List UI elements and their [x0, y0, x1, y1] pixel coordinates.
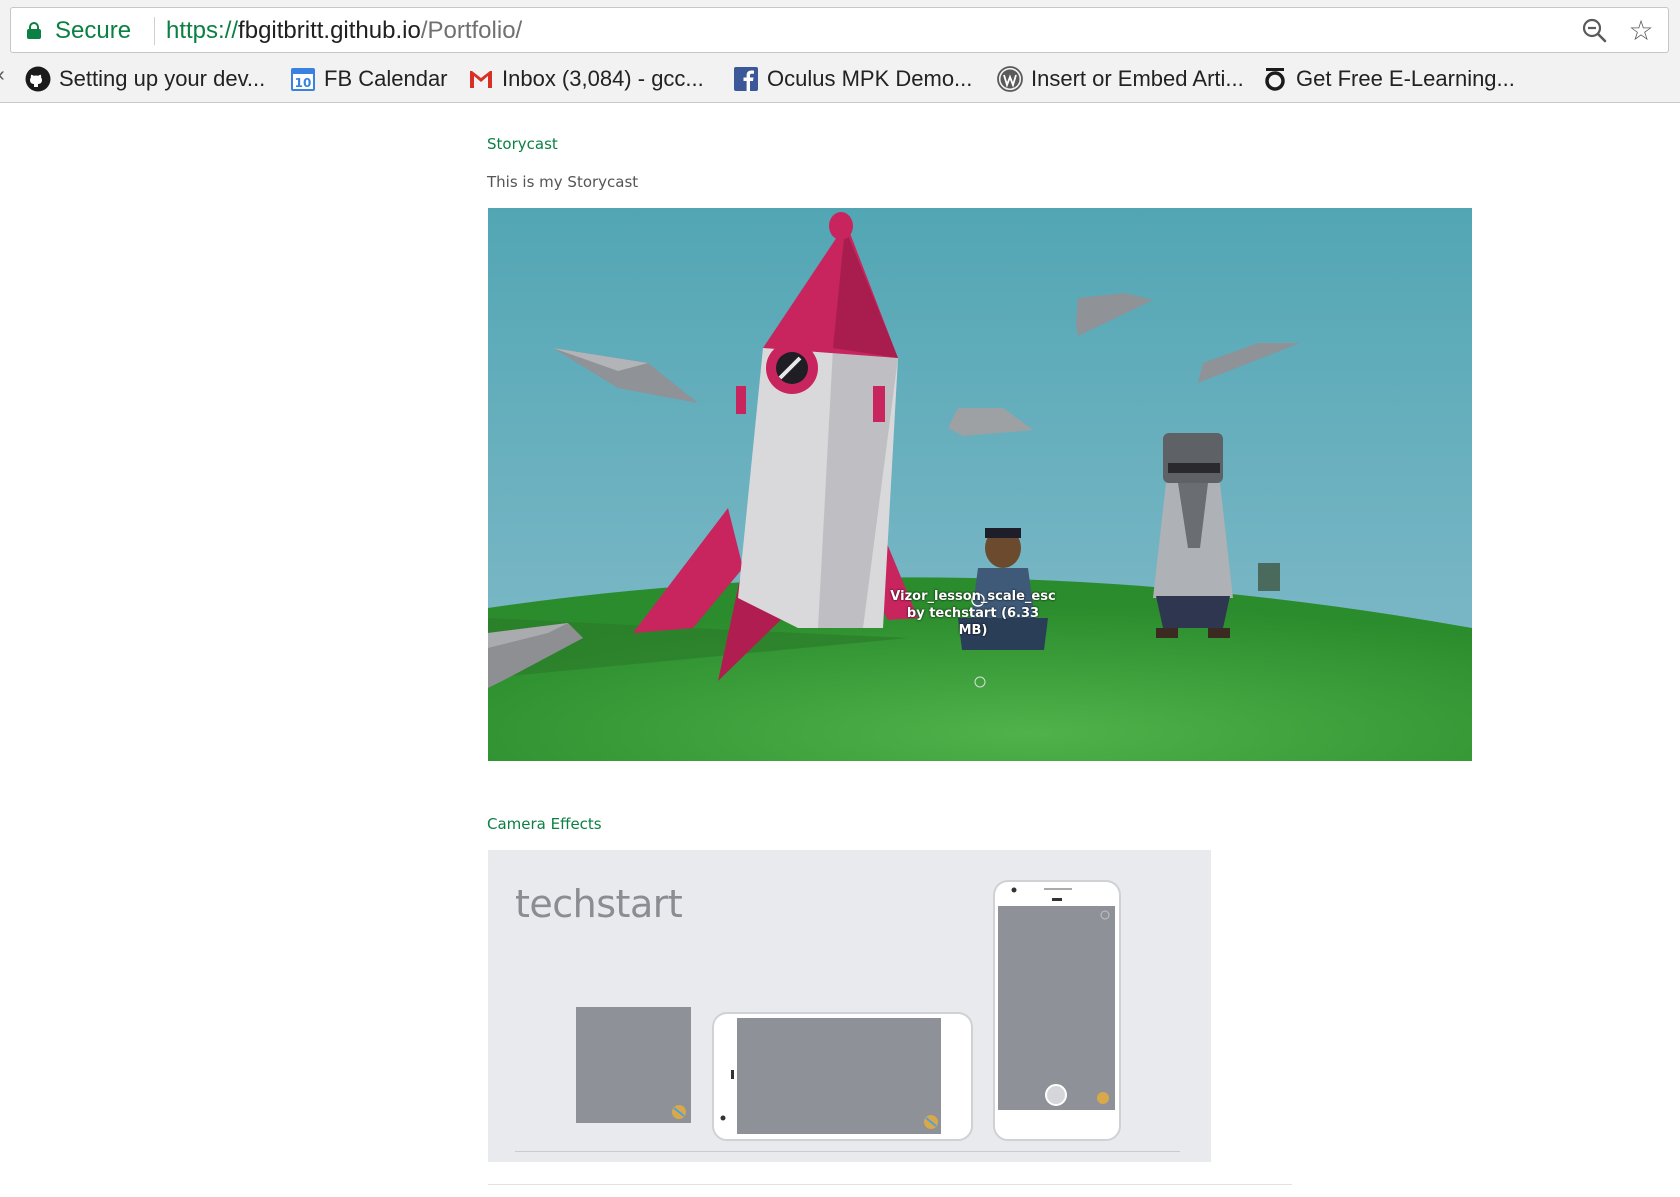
section-divider: [488, 1184, 1292, 1185]
camera-effects-link[interactable]: Camera Effects: [487, 815, 602, 833]
portfolio-page: Storycast This is my Storycast Vizor_les…: [0, 104, 1680, 1197]
url-path: /Portfolio/: [420, 17, 523, 44]
bookmark-label: Oculus MPK Demo...: [767, 66, 973, 91]
bookmark-fb-calendar[interactable]: 10 FB Calendar: [290, 64, 448, 94]
lock-icon: [27, 22, 41, 39]
storycast-embed[interactable]: Vizor_lesson_scale_esc by techstart (6.3…: [488, 208, 1472, 761]
bookmarks-overflow-icon[interactable]: ‹: [0, 64, 5, 87]
camera-effects-embed[interactable]: techstart: [488, 850, 1211, 1162]
calendar-badge: 10: [295, 76, 312, 90]
bookmark-setting-up[interactable]: Setting up your dev...: [25, 64, 265, 94]
storycast-description: This is my Storycast: [487, 173, 639, 191]
embed-caption-line3: MB): [958, 623, 988, 638]
bookmark-insert-embed[interactable]: Insert or Embed Arti...: [997, 64, 1244, 94]
calendar-icon: 10: [291, 68, 315, 91]
storycast-link[interactable]: Storycast: [487, 135, 558, 153]
bookmark-label: Setting up your dev...: [59, 66, 266, 91]
storycast-scene-illustration: [488, 208, 1472, 761]
star-icon[interactable]: ☆: [1626, 16, 1656, 46]
bookmark-elearning[interactable]: Get Free E-Learning...: [1262, 64, 1515, 94]
bookmarks-bar: ‹ Setting up your dev... 10 FB Calendar …: [0, 58, 1680, 98]
bookmark-label: FB Calendar: [324, 66, 448, 91]
bookmark-oculus[interactable]: Oculus MPK Demo...: [733, 64, 972, 94]
embed-caption-line1: Vizor_lesson_scale_esc: [890, 589, 1056, 604]
device-previews-illustration: [576, 880, 1121, 1141]
bookmark-label: Get Free E-Learning...: [1296, 66, 1515, 91]
browser-chrome: Secure https://fbgitbritt.github.io/Port…: [0, 0, 1680, 103]
bookmark-label: Inbox (3,084) - gcc...: [502, 66, 704, 91]
url-separator: [154, 17, 155, 45]
github-icon: [25, 66, 51, 92]
facebook-icon: [734, 67, 758, 91]
effects-divider: [515, 1151, 1180, 1152]
bookmark-inbox[interactable]: Inbox (3,084) - gcc...: [468, 64, 704, 94]
embed-caption: Vizor_lesson_scale_esc by techstart (6.3…: [888, 588, 1058, 639]
url-scheme: https://: [166, 17, 239, 44]
address-bar[interactable]: Secure https://fbgitbritt.github.io/Port…: [10, 7, 1669, 53]
elearning-icon: [1265, 68, 1285, 91]
embed-caption-line2: by techstart (6.33: [906, 606, 1040, 621]
secure-label: Secure: [55, 17, 132, 44]
url-text[interactable]: https://fbgitbritt.github.io/Portfolio/: [166, 17, 522, 45]
gmail-icon: [470, 71, 492, 88]
zoom-out-icon[interactable]: [1582, 18, 1608, 44]
url-host: fbgitbritt.github.io: [238, 17, 421, 44]
bookmark-label: Insert or Embed Arti...: [1031, 66, 1244, 91]
wordpress-icon: [997, 66, 1023, 92]
